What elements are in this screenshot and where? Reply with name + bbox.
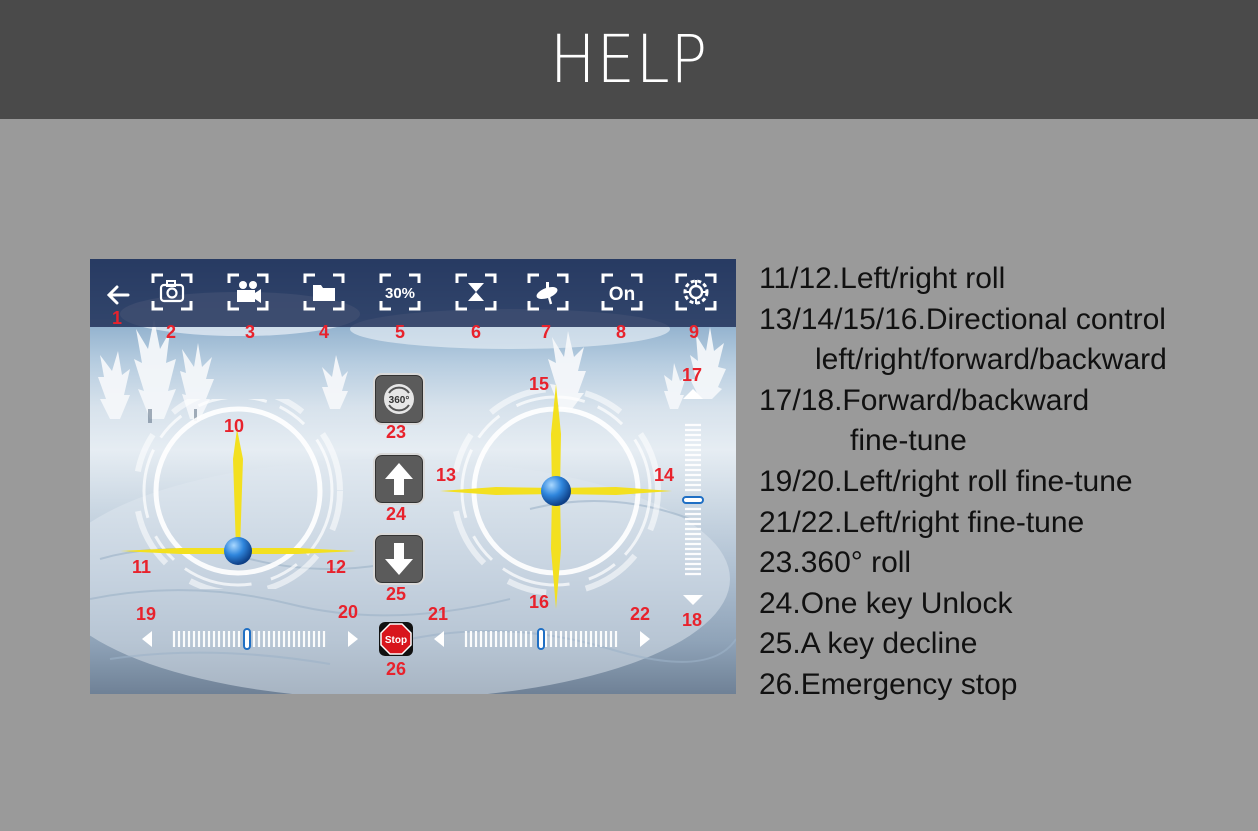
label-23: 23 [386,422,407,442]
camera-icon [151,273,193,311]
label-4: 4 [319,322,330,342]
rotate-360-button[interactable]: 360° [373,373,425,425]
label-22: 22 [630,604,651,624]
forward-backward-trim-slider[interactable] [678,387,708,607]
right-stick-ball [541,476,571,506]
back-arrow-icon[interactable] [102,279,134,311]
trim-right-arrow-icon [348,631,358,647]
trim-button[interactable] [453,269,499,315]
gyro-icon [527,273,569,311]
trim-left-arrow-icon [434,631,444,647]
label-14: 14 [654,465,675,485]
label-12: 12 [326,557,347,577]
power-label: On [609,284,635,305]
desc-line: 17/18.Forward/backward [759,383,1090,417]
stop-sign-icon: Stop [380,623,412,655]
power-toggle-button[interactable]: On [599,269,645,315]
desc-line: 21/22.Left/right fine-tune [759,505,1085,539]
desc-line: 19/20.Left/right roll fine-tune [759,464,1133,498]
trim-down-arrow-icon [683,595,703,605]
camera-button[interactable] [149,269,195,315]
power-toggle-icon: On [601,273,643,311]
desc-line: 25.A key decline [759,627,978,661]
label-7: 7 [541,322,552,342]
label-11: 11 [132,557,152,577]
decline-button[interactable] [373,533,425,585]
right-roll-trim-slider[interactable] [428,623,656,655]
app-screenshot: 30% On 1 2 3 4 5 6 7 8 9 360° Stop 10 11… [90,259,736,694]
hourglass-icon [455,273,497,311]
video-camera-icon [227,273,269,311]
video-button[interactable] [225,269,271,315]
label-8: 8 [616,322,627,342]
gear-icon [675,273,717,311]
label-17: 17 [682,365,703,385]
gallery-button[interactable] [301,269,347,315]
desc-line: 11/12.Left/right roll [759,262,1006,295]
arrow-down-icon [385,543,413,575]
label-1: 1 [112,308,123,328]
gyro-button[interactable] [525,269,571,315]
desc-line: 13/14/15/16.Directional control [759,302,1166,336]
help-descriptions: 11/12.Left/right roll 13/14/15/16.Direct… [759,259,1249,706]
label-6: 6 [471,322,482,342]
page-title: HELP [549,21,709,98]
desc-line: 26.Emergency stop [759,667,1018,701]
label-9: 9 [689,322,700,342]
stop-label: Stop [385,635,407,646]
speed-button[interactable]: 30% [377,269,423,315]
arrow-up-icon [385,463,413,495]
label-21: 21 [428,604,449,624]
desc-line: left/right/forward/backward [815,343,1167,377]
emergency-stop-button[interactable]: Stop [379,622,413,656]
trim-up-arrow-icon [683,389,703,399]
label-20: 20 [338,602,359,622]
label-24: 24 [386,504,407,524]
rotate-360-icon: 360° [384,384,414,414]
settings-button[interactable] [673,269,719,315]
desc-line: fine-tune [850,424,967,458]
label-10: 10 [224,416,245,436]
label-26: 26 [386,659,407,679]
label-19: 19 [136,604,157,624]
desc-line: 23.360° roll [759,546,912,580]
label-5: 5 [395,322,406,342]
label-18: 18 [682,610,703,630]
header-bar: HELP [0,0,1258,119]
label-16: 16 [529,592,550,612]
speed-label: 30% [385,285,415,302]
left-stick-ball [224,537,252,565]
label-2: 2 [166,322,177,342]
label-25: 25 [386,584,407,604]
unlock-button[interactable] [373,453,425,505]
rotate-label: 360° [389,395,410,406]
desc-line: 24.One key Unlock [759,586,1013,620]
folder-icon [303,273,345,311]
trim-right-arrow-icon [640,631,650,647]
left-roll-trim-slider[interactable] [136,623,364,655]
trim-left-arrow-icon [142,631,152,647]
label-3: 3 [245,322,256,342]
right-joystick[interactable] [436,374,686,614]
label-15: 15 [529,374,550,394]
speed-icon: 30% [379,273,421,311]
left-vertical-axis [233,429,243,549]
label-13: 13 [436,465,457,485]
